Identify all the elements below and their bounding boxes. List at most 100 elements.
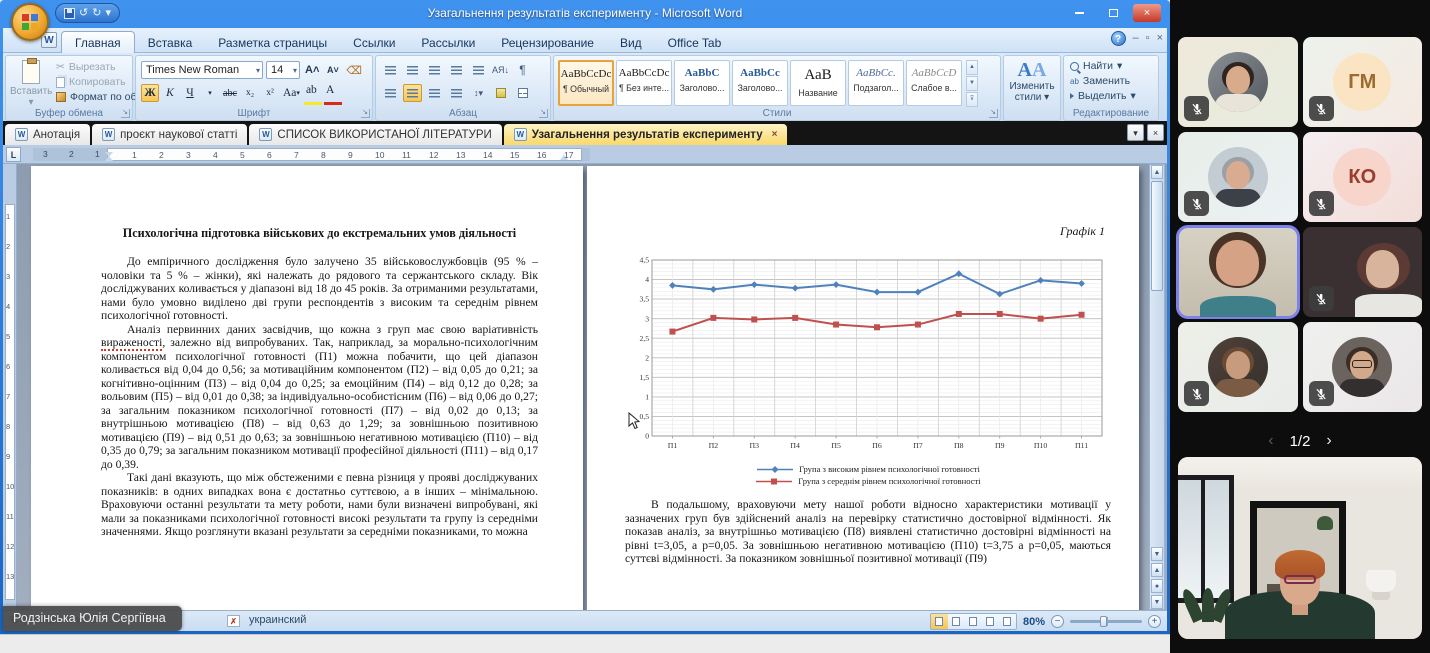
change-styles-button[interactable]: AA Изменить стили ▾ <box>1004 56 1060 103</box>
participant-tile-6[interactable] <box>1303 227 1423 317</box>
zoom-slider-handle[interactable] <box>1100 616 1107 627</box>
underline-button[interactable]: Ч <box>181 84 199 102</box>
scroll-up-button[interactable]: ▲ <box>1151 165 1163 179</box>
style-chip-7[interactable]: AaBbCcDСлабое в... <box>906 60 962 106</box>
styles-scroll-down[interactable]: ▼ <box>966 76 978 91</box>
styles-gallery-expand[interactable]: ⊽ <box>966 92 978 107</box>
outline-view-button[interactable] <box>982 614 999 629</box>
browse-next-button[interactable]: ▼ <box>1151 595 1163 609</box>
ribbon-tab-2[interactable]: Вставка <box>135 32 206 53</box>
doc-tabs-dropdown-button[interactable]: ▾ <box>1127 124 1144 141</box>
superscript-button[interactable]: x² <box>261 84 279 102</box>
sort-button[interactable]: АЯ↓ <box>491 61 510 79</box>
first-line-indent-marker[interactable] <box>105 150 112 161</box>
participant-tile-3[interactable] <box>1178 132 1298 222</box>
browse-previous-button[interactable]: ▲ <box>1151 563 1163 577</box>
vertical-scrollbar[interactable]: ▲ ▼ ▲ ● ▼ <box>1149 164 1165 610</box>
horizontal-ruler[interactable]: 321 1234567891011121314151617 <box>33 148 590 161</box>
select-browse-object-button[interactable]: ● <box>1151 579 1163 593</box>
bold-button[interactable]: Ж <box>141 84 159 102</box>
clear-formatting-button[interactable]: ⌫ <box>344 61 364 79</box>
participant-tile-2[interactable]: ГМ <box>1303 37 1423 127</box>
select-button[interactable]: Выделить ▾ <box>1070 90 1136 102</box>
justify-button[interactable] <box>447 84 466 102</box>
show-paragraph-marks-button[interactable]: ¶ <box>513 61 532 79</box>
ribbon-tab-7[interactable]: Вид <box>607 32 655 53</box>
scroll-down-button[interactable]: ▼ <box>1151 547 1163 561</box>
paragraph-dialog-launcher[interactable]: ↘ <box>539 109 548 118</box>
align-left-button[interactable] <box>381 84 400 102</box>
reading-view-button[interactable] <box>948 614 965 629</box>
help-icon[interactable]: ? <box>1111 31 1126 46</box>
line-spacing-button[interactable]: ↕▾ <box>469 84 488 102</box>
restore-button[interactable] <box>1099 4 1127 22</box>
clipboard-dialog-launcher[interactable]: ↘ <box>121 109 130 118</box>
replace-button[interactable]: abЗаменить <box>1070 75 1136 87</box>
paste-button[interactable]: Вставить ▾ <box>10 60 52 106</box>
doc-tab-close-icon[interactable]: × <box>772 129 778 140</box>
underline-arrow[interactable]: ▾ <box>201 84 219 102</box>
borders-button[interactable] <box>513 84 532 102</box>
ribbon-tab-3[interactable]: Разметка страницы <box>205 32 340 53</box>
participant-tile-1[interactable] <box>1178 37 1298 127</box>
font-dialog-launcher[interactable]: ↘ <box>361 109 370 118</box>
style-chip-5[interactable]: АаВНазвание <box>790 60 846 106</box>
align-center-button[interactable] <box>403 84 422 102</box>
doc-tab-3[interactable]: WСПИСОК ВИКОРИСТАНОЇ ЛІТЕРАТУРИ <box>249 124 501 145</box>
align-right-button[interactable] <box>425 84 444 102</box>
zoom-level[interactable]: 80% <box>1023 616 1045 628</box>
vertical-ruler[interactable]: 12345678910111213 <box>3 164 17 610</box>
subscript-button[interactable]: x₂ <box>241 84 259 102</box>
zoom-slider[interactable] <box>1070 620 1142 623</box>
participant-tile-8[interactable] <box>1303 322 1423 412</box>
print-layout-view-button[interactable] <box>931 614 948 629</box>
pagination-previous-icon[interactable]: ‹ <box>1268 432 1273 450</box>
pagination-next-icon[interactable]: › <box>1326 432 1331 450</box>
style-chip-6[interactable]: AaBbCc.Подзагол... <box>848 60 904 106</box>
document-page-2[interactable]: Графік 1 00,511,522,533,544,5П1П2П3П4П5П… <box>587 166 1139 610</box>
scrollbar-thumb[interactable] <box>1151 181 1163 291</box>
find-button[interactable]: Найти ▾ <box>1070 60 1136 72</box>
draft-view-button[interactable] <box>999 614 1016 629</box>
style-chip-4[interactable]: AaBbCcЗаголово... <box>732 60 788 106</box>
ribbon-tab-4[interactable]: Ссылки <box>340 32 408 53</box>
doc-close-icon[interactable]: × <box>1157 33 1163 44</box>
font-family-combobox[interactable]: Times New Roman▾ <box>141 61 263 79</box>
view-buttons[interactable] <box>930 613 1017 630</box>
styles-dialog-launcher[interactable]: ↘ <box>989 109 998 118</box>
minimize-button[interactable] <box>1065 4 1093 22</box>
style-chip-1[interactable]: AaBbCcDc¶ Обычный <box>558 60 614 106</box>
font-color-button[interactable]: А <box>324 84 342 102</box>
style-chip-2[interactable]: AaBbCcDc¶ Без инте... <box>616 60 672 106</box>
office-button[interactable] <box>11 3 49 41</box>
shading-button[interactable] <box>491 84 510 102</box>
styles-scroll-up[interactable]: ▲ <box>966 60 978 75</box>
multilevel-list-button[interactable] <box>425 61 444 79</box>
doc-tabs-close-button[interactable]: × <box>1147 124 1164 141</box>
participant-tile-4[interactable]: КО <box>1303 132 1423 222</box>
doc-tab-4[interactable]: WУзагальнення результатів експерименту× <box>504 124 788 145</box>
grow-font-button[interactable]: A˄ <box>303 61 321 79</box>
doc-restore-icon[interactable]: ▫ <box>1146 33 1150 44</box>
title-bar[interactable]: ↺ ↻ ▾ Узагальнення результатів експериме… <box>3 0 1167 28</box>
ribbon-tab-6[interactable]: Рецензирование <box>488 32 607 53</box>
style-chip-3[interactable]: AaBbCЗаголово... <box>674 60 730 106</box>
web-layout-view-button[interactable] <box>965 614 982 629</box>
shrink-font-button[interactable]: A˅ <box>324 61 341 79</box>
strikethrough-button[interactable]: abc <box>221 84 239 102</box>
change-case-button[interactable]: Aa▾ <box>281 84 302 102</box>
numbering-button[interactable] <box>403 61 422 79</box>
bullets-button[interactable] <box>381 61 400 79</box>
doc-tab-2[interactable]: Wпроєкт наукової статті <box>92 124 247 145</box>
ribbon-tab-1[interactable]: Главная <box>61 31 135 53</box>
font-size-combobox[interactable]: 14▾ <box>266 61 300 79</box>
close-button[interactable]: × <box>1133 4 1161 22</box>
zoom-in-button[interactable]: + <box>1148 615 1161 628</box>
language-indicator[interactable]: украинский <box>249 614 306 626</box>
doc-minimize-icon[interactable]: – <box>1133 33 1139 44</box>
tab-stop-selector[interactable]: L <box>6 147 21 162</box>
ribbon-tab-8[interactable]: Office Tab <box>655 32 735 53</box>
chart[interactable]: 00,511,522,533,544,5П1П2П3П4П5П6П7П8П9П1… <box>625 255 1111 486</box>
italic-button[interactable]: К <box>161 84 179 102</box>
highlight-button[interactable]: ab <box>304 84 322 102</box>
